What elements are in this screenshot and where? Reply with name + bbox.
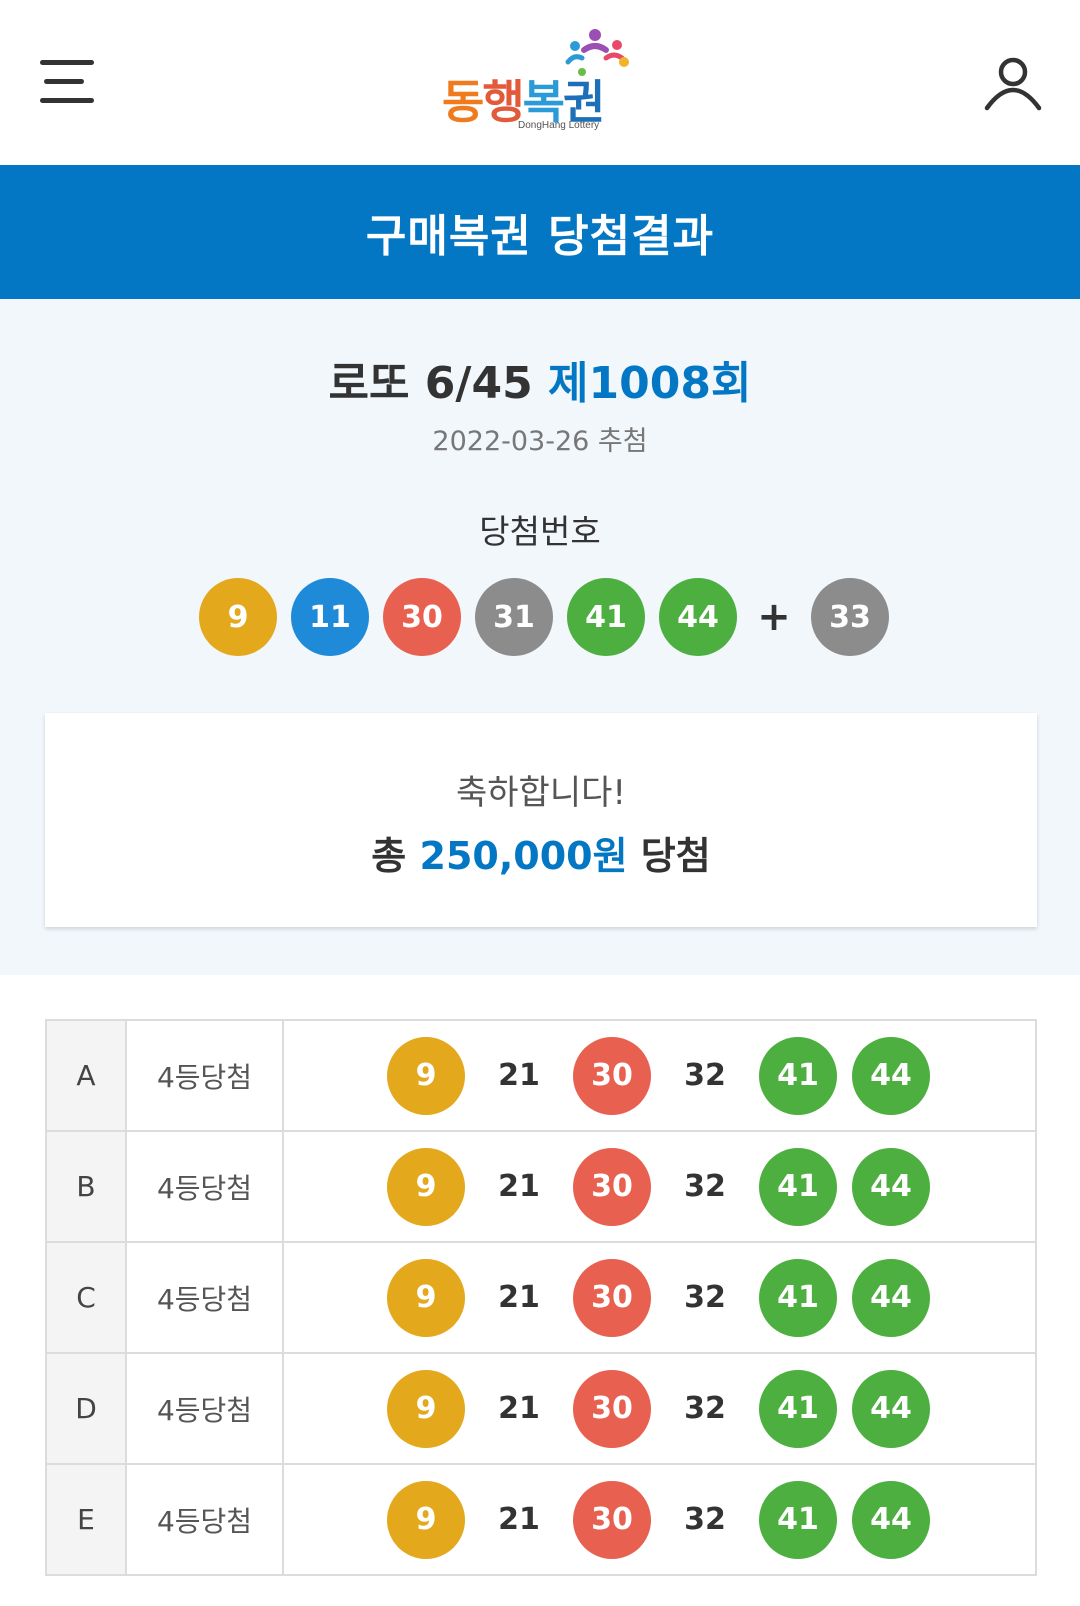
page-title: 구매복권 당첨결과 [0, 165, 1080, 299]
matched-number-ball: 44 [852, 1147, 930, 1226]
ticket-line-label: C [45, 1241, 127, 1354]
matched-number-ball: 30 [573, 1147, 651, 1226]
ticket-numbers-cell: 9 21 30 32 41 44 [282, 1352, 1037, 1465]
ticket-rank: 4등당첨 [125, 1463, 284, 1576]
ticket-results-table: A 4등당첨 9 21 30 32 41 44 B 4등당첨 9 21 30 32 41 44 C 4등당첨 9 21… [45, 1019, 1037, 1576]
ticket-row: D 4등당첨 9 21 30 32 41 44 [45, 1352, 1037, 1465]
matched-number-ball: 9 [387, 1369, 465, 1448]
ticket-numbers-cell: 9 21 30 32 41 44 [282, 1241, 1037, 1354]
winning-ball: 30 [383, 578, 461, 656]
ticket-row: C 4등당첨 9 21 30 32 41 44 [45, 1241, 1037, 1354]
game-name: 로또 6/45 [328, 358, 533, 409]
unmatched-number: 32 [684, 1169, 726, 1204]
user-icon[interactable] [984, 54, 1042, 112]
matched-number-ball: 44 [852, 1480, 930, 1559]
ticket-numbers-cell: 9 21 30 32 41 44 [282, 1019, 1037, 1132]
winning-numbers: 9 11 30 31 41 44 + 33 [199, 577, 903, 657]
matched-number-ball: 41 [759, 1369, 837, 1448]
matched-number-ball: 44 [852, 1369, 930, 1448]
matched-number-ball: 9 [387, 1258, 465, 1337]
donghang-lottery-logo[interactable]: 동행복권 DongHang Lottery [434, 28, 654, 140]
ticket-numbers: 9 21 30 32 41 44 [387, 1369, 1035, 1448]
ticket-rank: 4등당첨 [125, 1352, 284, 1465]
matched-number-ball: 30 [573, 1480, 651, 1559]
winning-ball: 11 [291, 578, 369, 656]
unmatched-number: 21 [498, 1058, 540, 1093]
matched-number-ball: 30 [573, 1036, 651, 1115]
matched-number-ball: 30 [573, 1258, 651, 1337]
unmatched-number: 32 [684, 1280, 726, 1315]
matched-number-ball: 41 [759, 1258, 837, 1337]
unmatched-number: 21 [498, 1502, 540, 1537]
total-prize: 총 250,000원 당첨 [45, 825, 1037, 880]
ticket-rank: 4등당첨 [125, 1019, 284, 1132]
ticket-line-label: E [45, 1463, 127, 1576]
winning-ball: 31 [475, 578, 553, 656]
ticket-row: E 4등당첨 9 21 30 32 41 44 [45, 1463, 1037, 1576]
ticket-numbers: 9 21 30 32 41 44 [387, 1036, 1035, 1115]
matched-number-ball: 30 [573, 1369, 651, 1448]
ticket-rank: 4등당첨 [125, 1130, 284, 1243]
matched-number-ball: 41 [759, 1147, 837, 1226]
ticket-numbers: 9 21 30 32 41 44 [387, 1258, 1035, 1337]
winning-ball: 9 [199, 578, 277, 656]
plus-sign: + [757, 594, 791, 640]
congrats-card: 축하합니다! 총 250,000원 당첨 [45, 713, 1037, 927]
logo-subtitle: DongHang Lottery [518, 120, 600, 131]
ticket-line-label: B [45, 1130, 127, 1243]
matched-number-ball: 9 [387, 1480, 465, 1559]
total-suffix: 당첨 [640, 834, 711, 878]
matched-number-ball: 9 [387, 1036, 465, 1115]
draw-result-section: 로또 6/45 제1008회 2022-03-26 추첨 당첨번호 9 11 3… [0, 299, 1080, 975]
ticket-numbers-cell: 9 21 30 32 41 44 [282, 1130, 1037, 1243]
ticket-numbers-cell: 9 21 30 32 41 44 [282, 1463, 1037, 1576]
bonus-ball: 33 [811, 578, 889, 656]
ticket-line-label: D [45, 1352, 127, 1465]
ticket-line-label: A [45, 1019, 127, 1132]
ticket-row: A 4등당첨 9 21 30 32 41 44 [45, 1019, 1037, 1132]
unmatched-number: 21 [498, 1391, 540, 1426]
hamburger-menu-icon[interactable] [40, 58, 96, 106]
prize-amount: 250,000원 [419, 834, 628, 878]
total-prefix: 총 [371, 834, 407, 878]
ticket-row: B 4등당첨 9 21 30 32 41 44 [45, 1130, 1037, 1243]
unmatched-number: 21 [498, 1169, 540, 1204]
unmatched-number: 21 [498, 1280, 540, 1315]
winning-ball: 44 [659, 578, 737, 656]
matched-number-ball: 44 [852, 1036, 930, 1115]
matched-number-ball: 41 [759, 1480, 837, 1559]
ticket-numbers: 9 21 30 32 41 44 [387, 1480, 1035, 1559]
winning-numbers-label: 당첨번호 [479, 512, 601, 551]
app-header: 동행복권 DongHang Lottery [0, 0, 1080, 165]
ticket-rank: 4등당첨 [125, 1241, 284, 1354]
congrats-message: 축하합니다! [455, 773, 627, 813]
unmatched-number: 32 [684, 1058, 726, 1093]
matched-number-ball: 9 [387, 1147, 465, 1226]
matched-number-ball: 41 [759, 1036, 837, 1115]
draw-round: 제1008회 [548, 358, 752, 409]
unmatched-number: 32 [684, 1391, 726, 1426]
ticket-numbers: 9 21 30 32 41 44 [387, 1147, 1035, 1226]
draw-date: 2022-03-26 추첨 [432, 426, 648, 457]
matched-number-ball: 44 [852, 1258, 930, 1337]
unmatched-number: 32 [684, 1502, 726, 1537]
winning-ball: 41 [567, 578, 645, 656]
draw-title: 로또 6/45 제1008회 [0, 347, 1080, 411]
